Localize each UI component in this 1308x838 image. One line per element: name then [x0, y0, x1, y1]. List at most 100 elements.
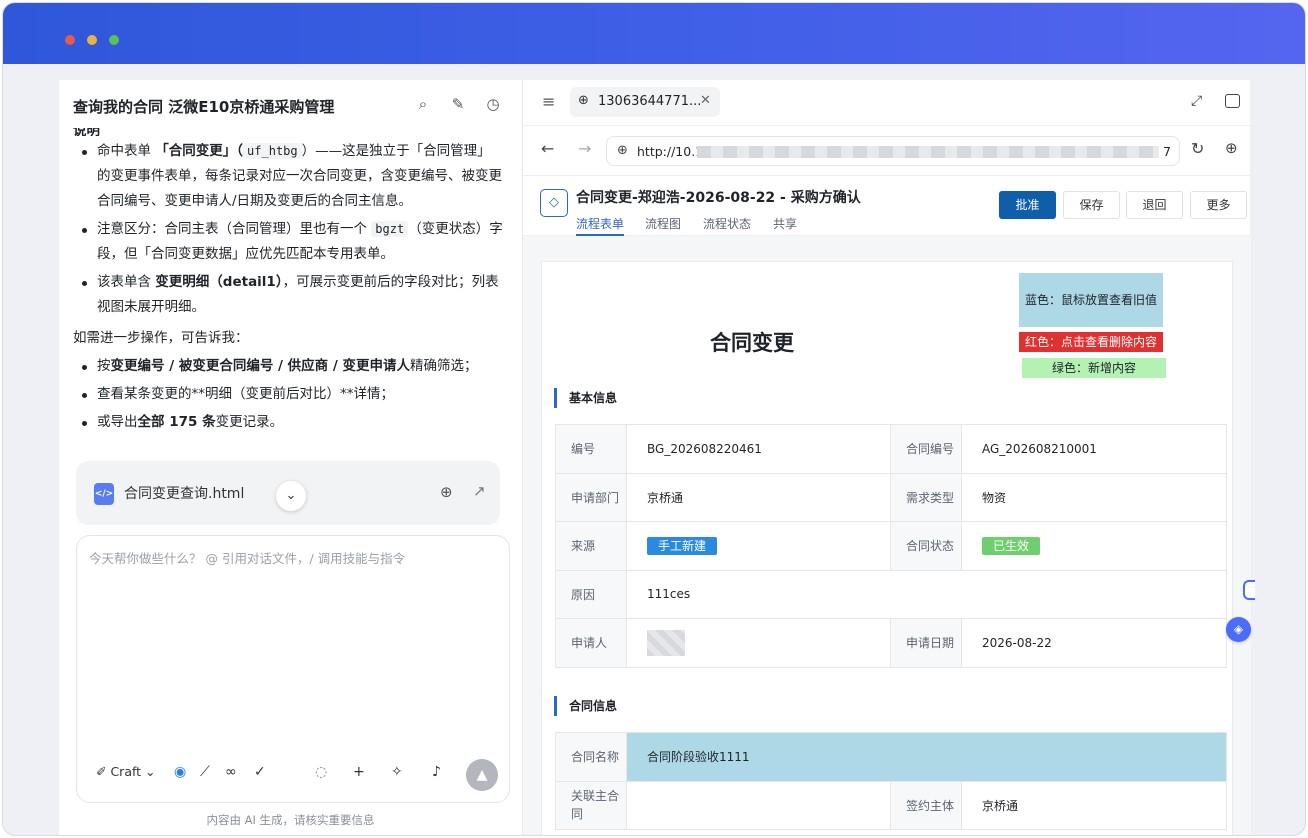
form-content: 蓝色：鼠标放置查看旧值 红色：点击查看删除内容 绿色：新增内容 合同变更 基本信…	[523, 236, 1251, 835]
microphone-icon[interactable]: ♪	[432, 764, 441, 780]
field-label: 来源	[555, 521, 627, 571]
table-row: 来源 手工新建 合同状态 已生效	[555, 521, 1227, 571]
sidebar-toggle-icon[interactable]	[1225, 94, 1240, 108]
tab-form[interactable]: 流程表单	[576, 215, 625, 236]
list-item: 该表单含 变更明细（detail1），可展示变更前后的字段对比；列表视图未展开明…	[73, 270, 503, 320]
bullet-list-1: 命中表单 「合同变更」（ uf_htbg ）——这是独立于「合同管理」的变更事件表单…	[73, 139, 503, 320]
minimize-window-button[interactable]	[87, 35, 97, 45]
basic-info-table: 编号 BG_202608220461 合同编号 AG_202608210001 …	[555, 424, 1227, 668]
save-button[interactable]: 保存	[1063, 191, 1120, 219]
field-label: 签约主体	[890, 780, 962, 830]
table-row: 原因 111ces	[555, 569, 1227, 619]
mode-selector[interactable]: ✐ Craft ⌄	[96, 764, 156, 779]
browser-tab[interactable]: ⊕ 13063644771... ✕	[570, 87, 720, 117]
new-chat-icon[interactable]: ✎	[449, 95, 467, 113]
reason-value: 111ces	[626, 569, 1227, 619]
chat-message: 说明 命中表单 「合同变更」（ uf_htbg ）——这是独立于「合同管理」的变更事…	[73, 128, 503, 488]
return-button[interactable]: 退回	[1126, 191, 1183, 219]
date-value: 2026-08-22	[961, 618, 1227, 668]
url-bar[interactable]: ⊕ http://10.1 7	[606, 136, 1180, 166]
field-label: 申请部门	[555, 472, 627, 522]
source-tag: 手工新建	[647, 536, 718, 555]
field-label: 关联主合同	[555, 780, 627, 830]
floating-tab-handle[interactable]	[1243, 580, 1255, 600]
approve-button[interactable]: 批准	[999, 191, 1056, 219]
sparkle-icon[interactable]: ✧	[391, 764, 403, 780]
section-contract-info: 合同信息	[554, 696, 617, 716]
chevron-down-icon[interactable]: ⌄	[276, 481, 306, 511]
legend-red: 红色：点击查看删除内容	[1019, 332, 1163, 352]
status-badge: 已生效	[982, 536, 1041, 555]
close-icon[interactable]: ✕	[700, 93, 711, 108]
check-shield-icon[interactable]: ✓	[254, 764, 266, 780]
table-row: 申请人 申请日期 2026-08-22	[555, 618, 1227, 668]
send-button[interactable]: ▲	[466, 759, 498, 791]
window-titlebar	[3, 3, 1305, 64]
form-title: 合同变更-郑迎浩-2026-08-22 - 采购方确认	[576, 190, 861, 206]
globe-icon: ⊕	[617, 143, 628, 158]
demand-value: 物资	[961, 472, 1227, 522]
reload-icon[interactable]: ↻	[1191, 139, 1204, 158]
maximize-window-button[interactable]	[109, 35, 119, 45]
history-icon[interactable]: ◷	[484, 95, 502, 113]
legend-green: 绿色：新增内容	[1022, 358, 1166, 378]
plus-icon[interactable]: +	[353, 764, 365, 780]
globe-icon[interactable]: ⊕	[440, 483, 453, 501]
layers-icon: ◇	[540, 189, 568, 217]
code-value: BG_202608220461	[626, 424, 891, 474]
list-item: 注意区分：合同主表（合同管理）里也有一个 bgzt （变更状态）字段，但「合同变更…	[73, 217, 503, 267]
file-name: 合同变更查询.html	[124, 486, 245, 502]
close-window-button[interactable]	[65, 35, 75, 45]
contract-name-value[interactable]: 合同阶段验收1111	[626, 732, 1227, 782]
more-button[interactable]: 更多	[1190, 191, 1247, 219]
url-text-end: 7	[1163, 144, 1171, 159]
list-item: 按变更编号 / 被变更合同编号 / 供应商 / 变更申请人精确筛选；	[73, 354, 503, 379]
globe-icon: ⊕	[578, 93, 589, 108]
expand-icon[interactable]: ⤢	[1191, 93, 1202, 109]
menu-icon[interactable]: ≡	[542, 92, 555, 111]
url-text: http://10.1	[637, 144, 704, 159]
browser-panel: ≡ ⊕ 13063644771... ✕ ⤢ ← → ⊕ http://10.1…	[522, 80, 1251, 835]
field-label: 需求类型	[890, 472, 962, 522]
related-value	[626, 780, 891, 830]
app-window: 查询我的合同 泛微E10京桥通采购管理 ⌕ ✎ ◷ 说明 命中表单 「合同变更」…	[3, 3, 1305, 835]
status-cell: 已生效	[961, 521, 1227, 571]
field-label: 合同编号	[890, 424, 962, 474]
bullet-list-2: 按变更编号 / 被变更合同编号 / 供应商 / 变更申请人精确筛选； 查看某条变…	[73, 354, 503, 435]
back-arrow-icon[interactable]: ←	[541, 139, 554, 158]
list-item: 或导出全部 175 条变更记录。	[73, 410, 503, 435]
doc-title: 合同变更	[710, 331, 794, 355]
field-label: 合同状态	[890, 521, 962, 571]
ai-disclaimer: 内容由 AI 生成，请核实重要信息	[206, 813, 375, 827]
browser-tabbar: ≡ ⊕ 13063644771... ✕ ⤢	[523, 80, 1251, 126]
dept-value: 京桥通	[626, 472, 891, 522]
globe-icon[interactable]: ⊕	[1225, 139, 1238, 157]
tab-flow-status[interactable]: 流程状态	[703, 215, 751, 232]
tab-flowchart[interactable]: 流程图	[645, 215, 681, 232]
chat-input[interactable]: 今天帮你做些什么？ @ 引用对话文件，/ 调用技能与指令 ✐ Craft ⌄ ◉…	[76, 535, 510, 803]
cut-heading: 说明	[73, 128, 100, 136]
party-value: 京桥通	[961, 780, 1227, 830]
list-item: 命中表单 「合同变更」（ uf_htbg ）——这是独立于「合同管理」的变更事件表单…	[73, 139, 503, 214]
chat-title: 查询我的合同 泛微E10京桥通采购管理	[73, 98, 335, 116]
assistant-float-icon[interactable]: ◈	[1226, 617, 1251, 642]
input-placeholder: 今天帮你做些什么？ @ 引用对话文件，/ 调用技能与指令	[89, 551, 406, 566]
link-icon[interactable]: ∞	[225, 764, 237, 780]
open-external-icon[interactable]: ↗	[473, 482, 486, 500]
field-label: 申请日期	[890, 618, 962, 668]
tab-label: 13063644771...	[598, 94, 702, 109]
search-icon[interactable]: ⌕	[414, 95, 432, 113]
chat-panel: 查询我的合同 泛微E10京桥通采购管理 ⌕ ✎ ◷ 说明 命中表单 「合同变更」…	[59, 80, 522, 835]
table-row: 合同名称 合同阶段验收1111	[555, 732, 1227, 782]
forward-arrow-icon[interactable]: →	[578, 139, 591, 158]
tab-share[interactable]: 共享	[773, 215, 797, 232]
list-item: 查看某条变更的**明细（变更前后对比）**详情；	[73, 382, 503, 407]
pen-tool-icon[interactable]: ⟋	[200, 764, 210, 780]
contract-no-value: AG_202608210001	[961, 424, 1227, 474]
contract-info-table: 合同名称 合同阶段验收1111 关联主合同 签约主体 京桥通	[555, 732, 1227, 830]
field-label: 编号	[555, 424, 627, 474]
loading-icon: ◌	[315, 764, 328, 780]
form-header: ◇ 合同变更-郑迎浩-2026-08-22 - 采购方确认 流程表单 流程图 流…	[523, 176, 1251, 236]
field-label: 申请人	[555, 618, 627, 668]
browser-tool-icon[interactable]: ◉	[174, 764, 186, 780]
